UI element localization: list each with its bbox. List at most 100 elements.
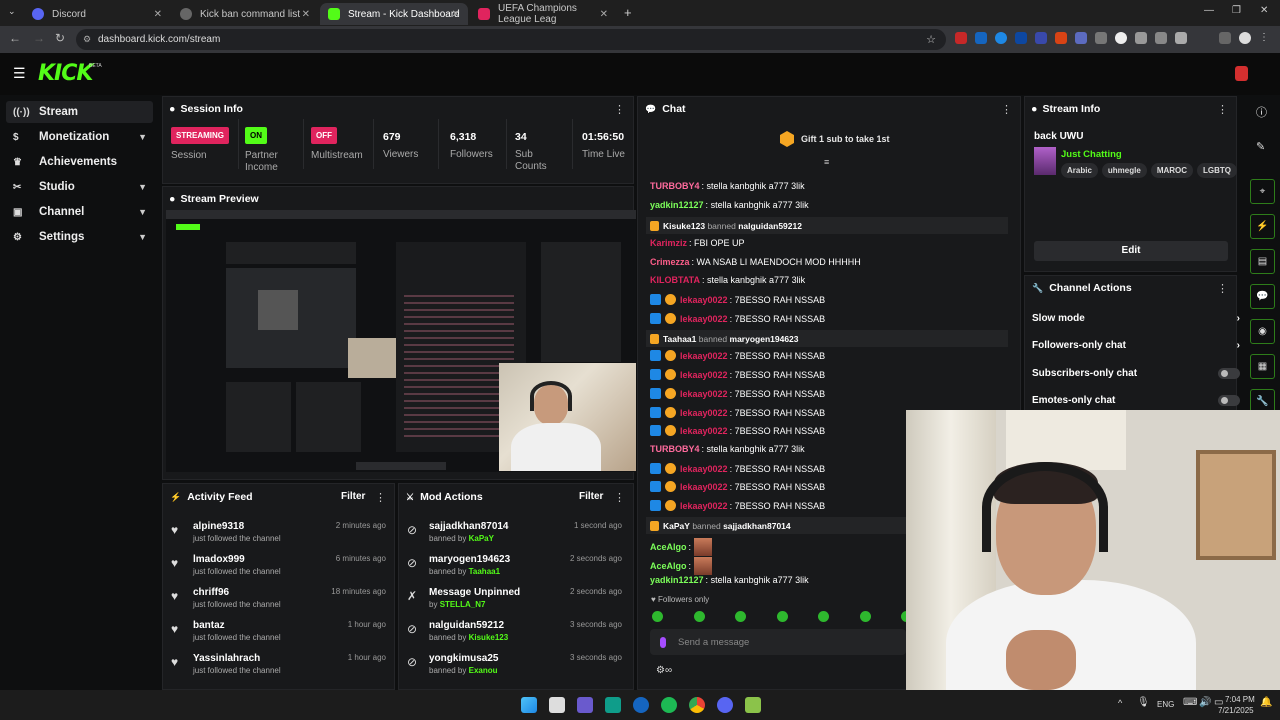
chat-message[interactable]: lekaay0022: 7BESSO RAH NSSAB <box>650 425 825 436</box>
language-indicator[interactable]: ENG <box>1157 700 1174 709</box>
file-explorer-icon[interactable] <box>549 697 565 713</box>
chat-message[interactable]: KILOBTATA: stella kanbghik a777 3lik <box>650 275 805 285</box>
taskbar-app-icon[interactable] <box>745 697 761 713</box>
pencil-icon[interactable]: ✎ <box>1256 140 1265 153</box>
settings-icon[interactable]: ⚙∞ <box>656 665 672 676</box>
extension-icon[interactable] <box>1015 32 1027 44</box>
bookmark-star-icon[interactable]: ☆ <box>926 33 936 46</box>
mic-icon[interactable] <box>660 636 666 648</box>
tag[interactable]: uhmegle <box>1101 163 1147 178</box>
clock-date[interactable]: 7/21/2025 <box>1218 706 1254 715</box>
mic-icon[interactable]: 🎙 <box>1137 697 1150 708</box>
edit-button[interactable]: Edit <box>1034 241 1228 261</box>
chat-message[interactable]: AceAlgo: <box>650 538 712 556</box>
emote-icon[interactable] <box>693 611 705 622</box>
rail-button[interactable]: ▦ <box>1250 354 1275 379</box>
more-options-icon[interactable]: ⋮ <box>614 491 625 504</box>
info-icon[interactable]: ⓘ <box>1256 104 1267 120</box>
extension-icon[interactable] <box>1055 32 1067 44</box>
taskbar-app-icon[interactable] <box>633 697 649 713</box>
stream-preview-video[interactable] <box>166 210 636 472</box>
pinned-expand-icon[interactable]: ≡ <box>824 157 829 167</box>
tab-uefa[interactable]: UEFA Champions League Leag ✕ <box>470 3 616 25</box>
chat-message[interactable]: yadkin12127: stella kanbghik a777 3lik <box>650 575 809 585</box>
gift-sub-banner[interactable]: Gift 1 sub to take 1st <box>780 131 890 147</box>
taskbar-app-icon[interactable] <box>577 697 593 713</box>
chat-message[interactable]: lekaay0022: 7BESSO RAH NSSAB <box>650 388 825 399</box>
extension-icon[interactable] <box>1075 32 1087 44</box>
kick-logo[interactable]: KICK <box>38 61 93 86</box>
close-icon[interactable]: ✕ <box>154 9 162 20</box>
chat-message[interactable]: lekaay0022: 7BESSO RAH NSSAB <box>650 407 825 418</box>
emote-icon[interactable] <box>652 611 663 622</box>
close-icon[interactable]: ✕ <box>600 9 608 20</box>
extension-icon[interactable] <box>1135 32 1147 44</box>
chat-message[interactable]: lekaay0022: 7BESSO RAH NSSAB <box>650 463 825 474</box>
url-field[interactable]: ⚙ dashboard.kick.com/stream ☆ <box>76 29 946 50</box>
clock-time[interactable]: 7:04 PM <box>1225 695 1255 704</box>
chat-message[interactable]: AceAlgo: <box>650 557 712 575</box>
emote-icon[interactable] <box>859 611 871 622</box>
puzzle-icon[interactable] <box>1175 32 1187 44</box>
user-avatar[interactable] <box>1235 66 1248 81</box>
tab-search-icon[interactable]: ⌄ <box>8 6 16 17</box>
list-item[interactable]: ♥ lmadox999 just followed the channel 6 min… <box>171 551 386 581</box>
emotes-only-toggle[interactable] <box>1218 395 1240 406</box>
list-item[interactable]: ⊘ maryogen194623 banned by Taahaa1 2 second… <box>407 551 622 581</box>
new-tab-button[interactable]: + <box>624 5 632 20</box>
chrome-icon[interactable] <box>689 697 705 713</box>
close-window-button[interactable]: ✕ <box>1260 5 1268 16</box>
chat-message[interactable]: TURBOBY4: stella kanbghik a777 3lik <box>650 181 805 191</box>
chat-message[interactable]: yadkin12127: stella kanbghik a777 3lik <box>650 200 809 210</box>
extension-icon[interactable] <box>975 32 987 44</box>
more-options-icon[interactable]: ⋮ <box>1001 103 1012 116</box>
tab-kick-dashboard[interactable]: Stream - Kick Dashboard ✕ <box>320 3 468 25</box>
emote-icon[interactable] <box>735 611 746 622</box>
close-icon[interactable]: ✕ <box>452 9 460 20</box>
sidebar-item-monetization[interactable]: $ Monetization ▼ <box>6 126 153 148</box>
sidebar-item-channel[interactable]: ▣ Channel ▼ <box>6 201 153 223</box>
chat-message[interactable]: Crimezza: WA NSAB LI MAENDOCH MOD HHHHH <box>650 257 861 267</box>
rail-button[interactable]: ◉ <box>1250 319 1275 344</box>
sidebar-item-studio[interactable]: ✂ Studio ▼ <box>6 176 153 198</box>
sidebar-item-stream[interactable]: ((·)) Stream <box>6 101 153 123</box>
minimize-button[interactable]: — <box>1204 5 1214 16</box>
tag[interactable]: LGBTQ <box>1197 163 1238 178</box>
menu-icon[interactable]: ⋮ <box>1259 32 1271 44</box>
chat-message[interactable]: lekaay0022: 7BESSO RAH NSSAB <box>650 369 825 380</box>
emote-icon[interactable] <box>818 611 829 622</box>
tag[interactable]: MAROC <box>1150 163 1194 178</box>
list-item[interactable]: ⊘ nalguidan59212 banned by Kisuke123 3 seco… <box>407 617 622 647</box>
filter-button[interactable]: Filter <box>579 491 603 502</box>
chat-message[interactable]: Karimziz: FBI OPE UP <box>650 238 745 248</box>
subscribers-only-toggle[interactable] <box>1218 368 1240 379</box>
chat-message[interactable]: lekaay0022: 7BESSO RAH NSSAB <box>650 500 825 511</box>
maximize-button[interactable]: ❐ <box>1232 5 1241 16</box>
more-options-icon[interactable]: ⋮ <box>1217 103 1228 116</box>
sidebar-item-settings[interactable]: ⚙ Settings ▼ <box>6 226 153 248</box>
volume-icon[interactable]: 🔊 <box>1199 697 1211 708</box>
list-item[interactable]: ⊘ yongkimusa25 banned by Exanou 3 seconds a… <box>407 650 622 680</box>
tag[interactable]: Arabic <box>1061 163 1098 178</box>
followers-only-row[interactable]: Followers-only chat › <box>1032 340 1240 351</box>
chat-message[interactable]: lekaay0022: 7BESSO RAH NSSAB <box>650 350 825 361</box>
rail-button[interactable]: ▤ <box>1250 249 1275 274</box>
network-icon[interactable]: ⌨ <box>1183 697 1197 708</box>
taskbar-app-icon[interactable] <box>605 697 621 713</box>
chevron-up-icon[interactable]: ^ <box>1118 698 1122 708</box>
back-icon[interactable]: ← <box>9 31 21 45</box>
list-item[interactable]: ♥ alpine9318 just followed the channel 2 mi… <box>171 518 386 548</box>
more-options-icon[interactable]: ⋮ <box>614 103 625 116</box>
chat-message[interactable]: lekaay0022: 7BESSO RAH NSSAB <box>650 313 825 324</box>
tab-ban-list[interactable]: Kick ban command list ✕ <box>172 3 318 25</box>
discord-icon[interactable] <box>717 697 733 713</box>
sidebar-item-achievements[interactable]: ♛ Achievements <box>6 151 153 173</box>
start-icon[interactable] <box>521 697 537 713</box>
emote-icon[interactable] <box>776 611 788 622</box>
extension-icon[interactable] <box>1155 32 1167 44</box>
more-options-icon[interactable]: ⋮ <box>375 491 386 504</box>
list-item[interactable]: ⊘ sajjadkhan87014 banned by KaPaY 1 second … <box>407 518 622 548</box>
forward-icon[interactable]: → <box>33 31 45 45</box>
list-item[interactable]: ✗ Message Unpinned by STELLA_N7 2 seconds a… <box>407 584 622 614</box>
chat-message[interactable]: TURBOBY4: stella kanbghik a777 3lik <box>650 444 805 454</box>
